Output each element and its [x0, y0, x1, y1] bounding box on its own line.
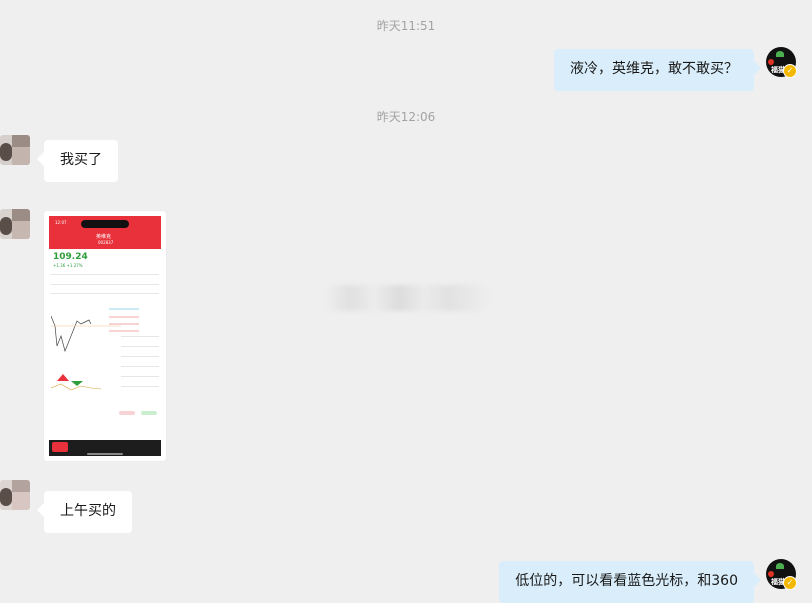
- message-text: 上午买的: [60, 503, 116, 519]
- contact-avatar[interactable]: [0, 135, 30, 165]
- status-time: 12:07: [55, 220, 67, 225]
- home-indicator: [87, 453, 123, 455]
- message-text: 低位的，可以看看蓝色光标，和360: [515, 573, 738, 589]
- verified-icon: ✓: [783, 576, 797, 590]
- stock-price: 109.24: [53, 252, 88, 262]
- message-bubble-incoming[interactable]: 上午买的: [44, 491, 132, 533]
- verified-icon: ✓: [783, 64, 797, 78]
- sprout-icon: [776, 563, 784, 569]
- contact-avatar[interactable]: [0, 209, 30, 239]
- stock-change: +1.36 +1.27%: [53, 263, 83, 268]
- macd-chart: [51, 374, 101, 391]
- app-header: 12:07 英维克 002837: [49, 216, 161, 249]
- sprout-icon: [776, 51, 784, 57]
- blurred-region: [325, 285, 490, 311]
- message-bubble-outgoing[interactable]: 液冷，英维克，敢不敢买？: [554, 49, 754, 91]
- stock-name: 英维克: [96, 234, 112, 240]
- timestamp: 昨天11:51: [376, 19, 436, 33]
- stock-app-screenshot-image[interactable]: 12:07 英维克 002837 109.24 +1.36 +1.27%: [44, 211, 166, 461]
- contact-avatar[interactable]: [0, 480, 30, 510]
- timestamp: 昨天12:06: [376, 110, 436, 124]
- message-bubble-incoming[interactable]: 我买了: [44, 140, 118, 182]
- stock-code: 002837: [98, 240, 114, 245]
- phone-notch: [81, 220, 129, 228]
- message-text: 液冷，英维克，敢不敢买？: [570, 61, 738, 77]
- message-text: 我买了: [60, 152, 102, 168]
- intraday-chart: [51, 315, 121, 353]
